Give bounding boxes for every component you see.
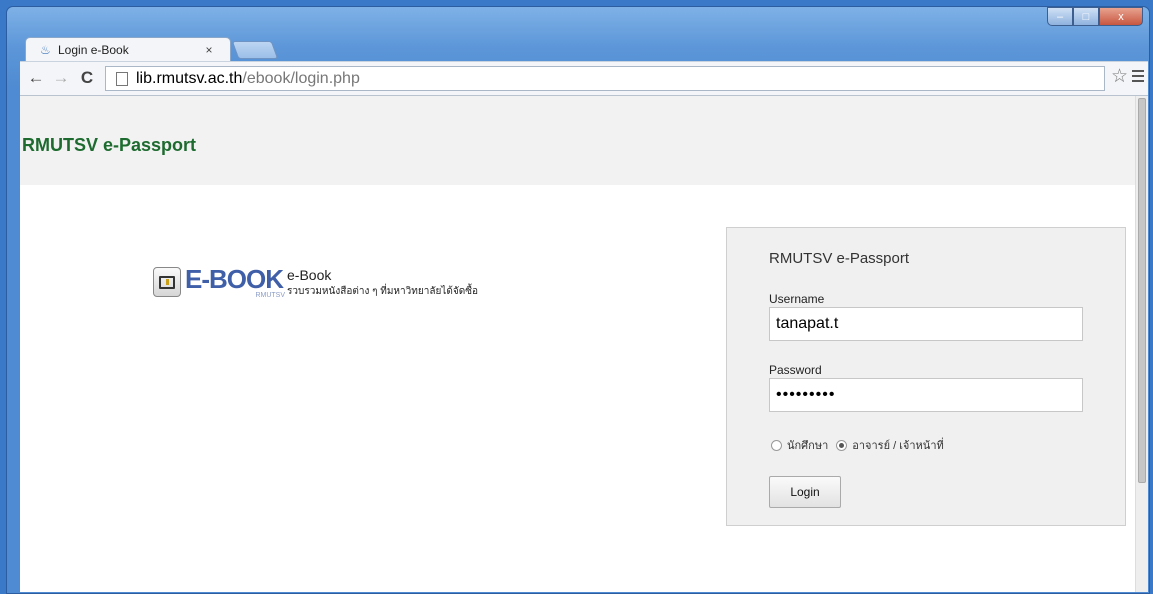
browser-toolbar: ← → C lib.rmutsv.ac.th/ebook/login.php ☆ [20,61,1148,96]
ebook-description: รวบรวมหนังสือต่าง ๆ ที่มหาวิทยาลัยได้จัด… [287,286,478,297]
new-tab-button[interactable] [231,41,279,59]
vertical-scrollbar[interactable] [1135,96,1148,592]
close-window-button[interactable]: x [1099,7,1143,26]
ebook-info: e-Book รวบรวมหนังสือต่าง ๆ ที่มหาวิทยาลั… [287,267,478,299]
window-controls: – □ x [1047,7,1143,26]
login-button[interactable]: Login [769,476,841,508]
url-host: lib.rmutsv.ac.th [136,69,243,87]
site-brand[interactable]: RMUTSV e-Passport [22,135,196,156]
page-icon [116,71,128,86]
tab-title: Login e-Book [58,42,129,57]
role-radio-group: นักศึกษา อาจารย์ / เจ้าหน้าที่ [771,436,952,454]
username-label: Username [769,292,825,306]
reload-icon[interactable]: C [77,68,97,88]
ebook-logo-block: E-BOOK RMUTSV e-Book รวบรวมหนังสือต่าง ๆ… [153,264,478,299]
hamburger-menu-icon[interactable] [1132,70,1144,85]
bookmark-star-icon[interactable]: ☆ [1111,67,1128,87]
page-viewport: RMUTSV e-Passport E-BOOK RMUTSV e-Book ร… [20,96,1148,592]
page-header: RMUTSV e-Passport [20,96,1135,185]
role-student-label[interactable]: นักศึกษา [787,436,828,454]
java-favicon-icon: ♨ [40,42,51,57]
browser-window: – □ x ♨ Login e-Book × ← → C lib.rmutsv.… [6,6,1150,594]
address-bar[interactable]: lib.rmutsv.ac.th/ebook/login.php [105,66,1105,91]
ebook-title: e-Book [287,267,332,283]
role-staff-radio[interactable] [836,439,848,451]
logo-wordmark: E-BOOK [185,264,284,294]
ebook-logo: E-BOOK RMUTSV [185,264,285,299]
username-input[interactable] [769,307,1083,341]
role-student-radio[interactable] [771,439,782,451]
logo-subtext: RMUTSV [255,292,285,299]
role-staff-label[interactable]: อาจารย์ / เจ้าหน้าที่ [852,436,944,454]
url-path: /ebook/login.php [242,69,360,87]
maximize-button[interactable]: □ [1073,7,1099,26]
login-title: RMUTSV e-Passport [769,250,910,267]
password-input[interactable] [769,378,1083,412]
scrollbar-thumb[interactable] [1138,98,1146,483]
tab-close-icon[interactable]: × [202,43,216,57]
login-panel: RMUTSV e-Passport Username Password นักศ… [726,227,1126,526]
url-text[interactable]: lib.rmutsv.ac.th/ebook/login.php [136,70,360,88]
book-icon [153,267,181,297]
password-label: Password [769,363,822,377]
minimize-button[interactable]: – [1047,7,1073,26]
back-arrow-icon[interactable]: ← [26,68,46,88]
forward-arrow-icon[interactable]: → [51,68,71,88]
tab-login-ebook[interactable]: ♨ Login e-Book × [25,37,231,61]
